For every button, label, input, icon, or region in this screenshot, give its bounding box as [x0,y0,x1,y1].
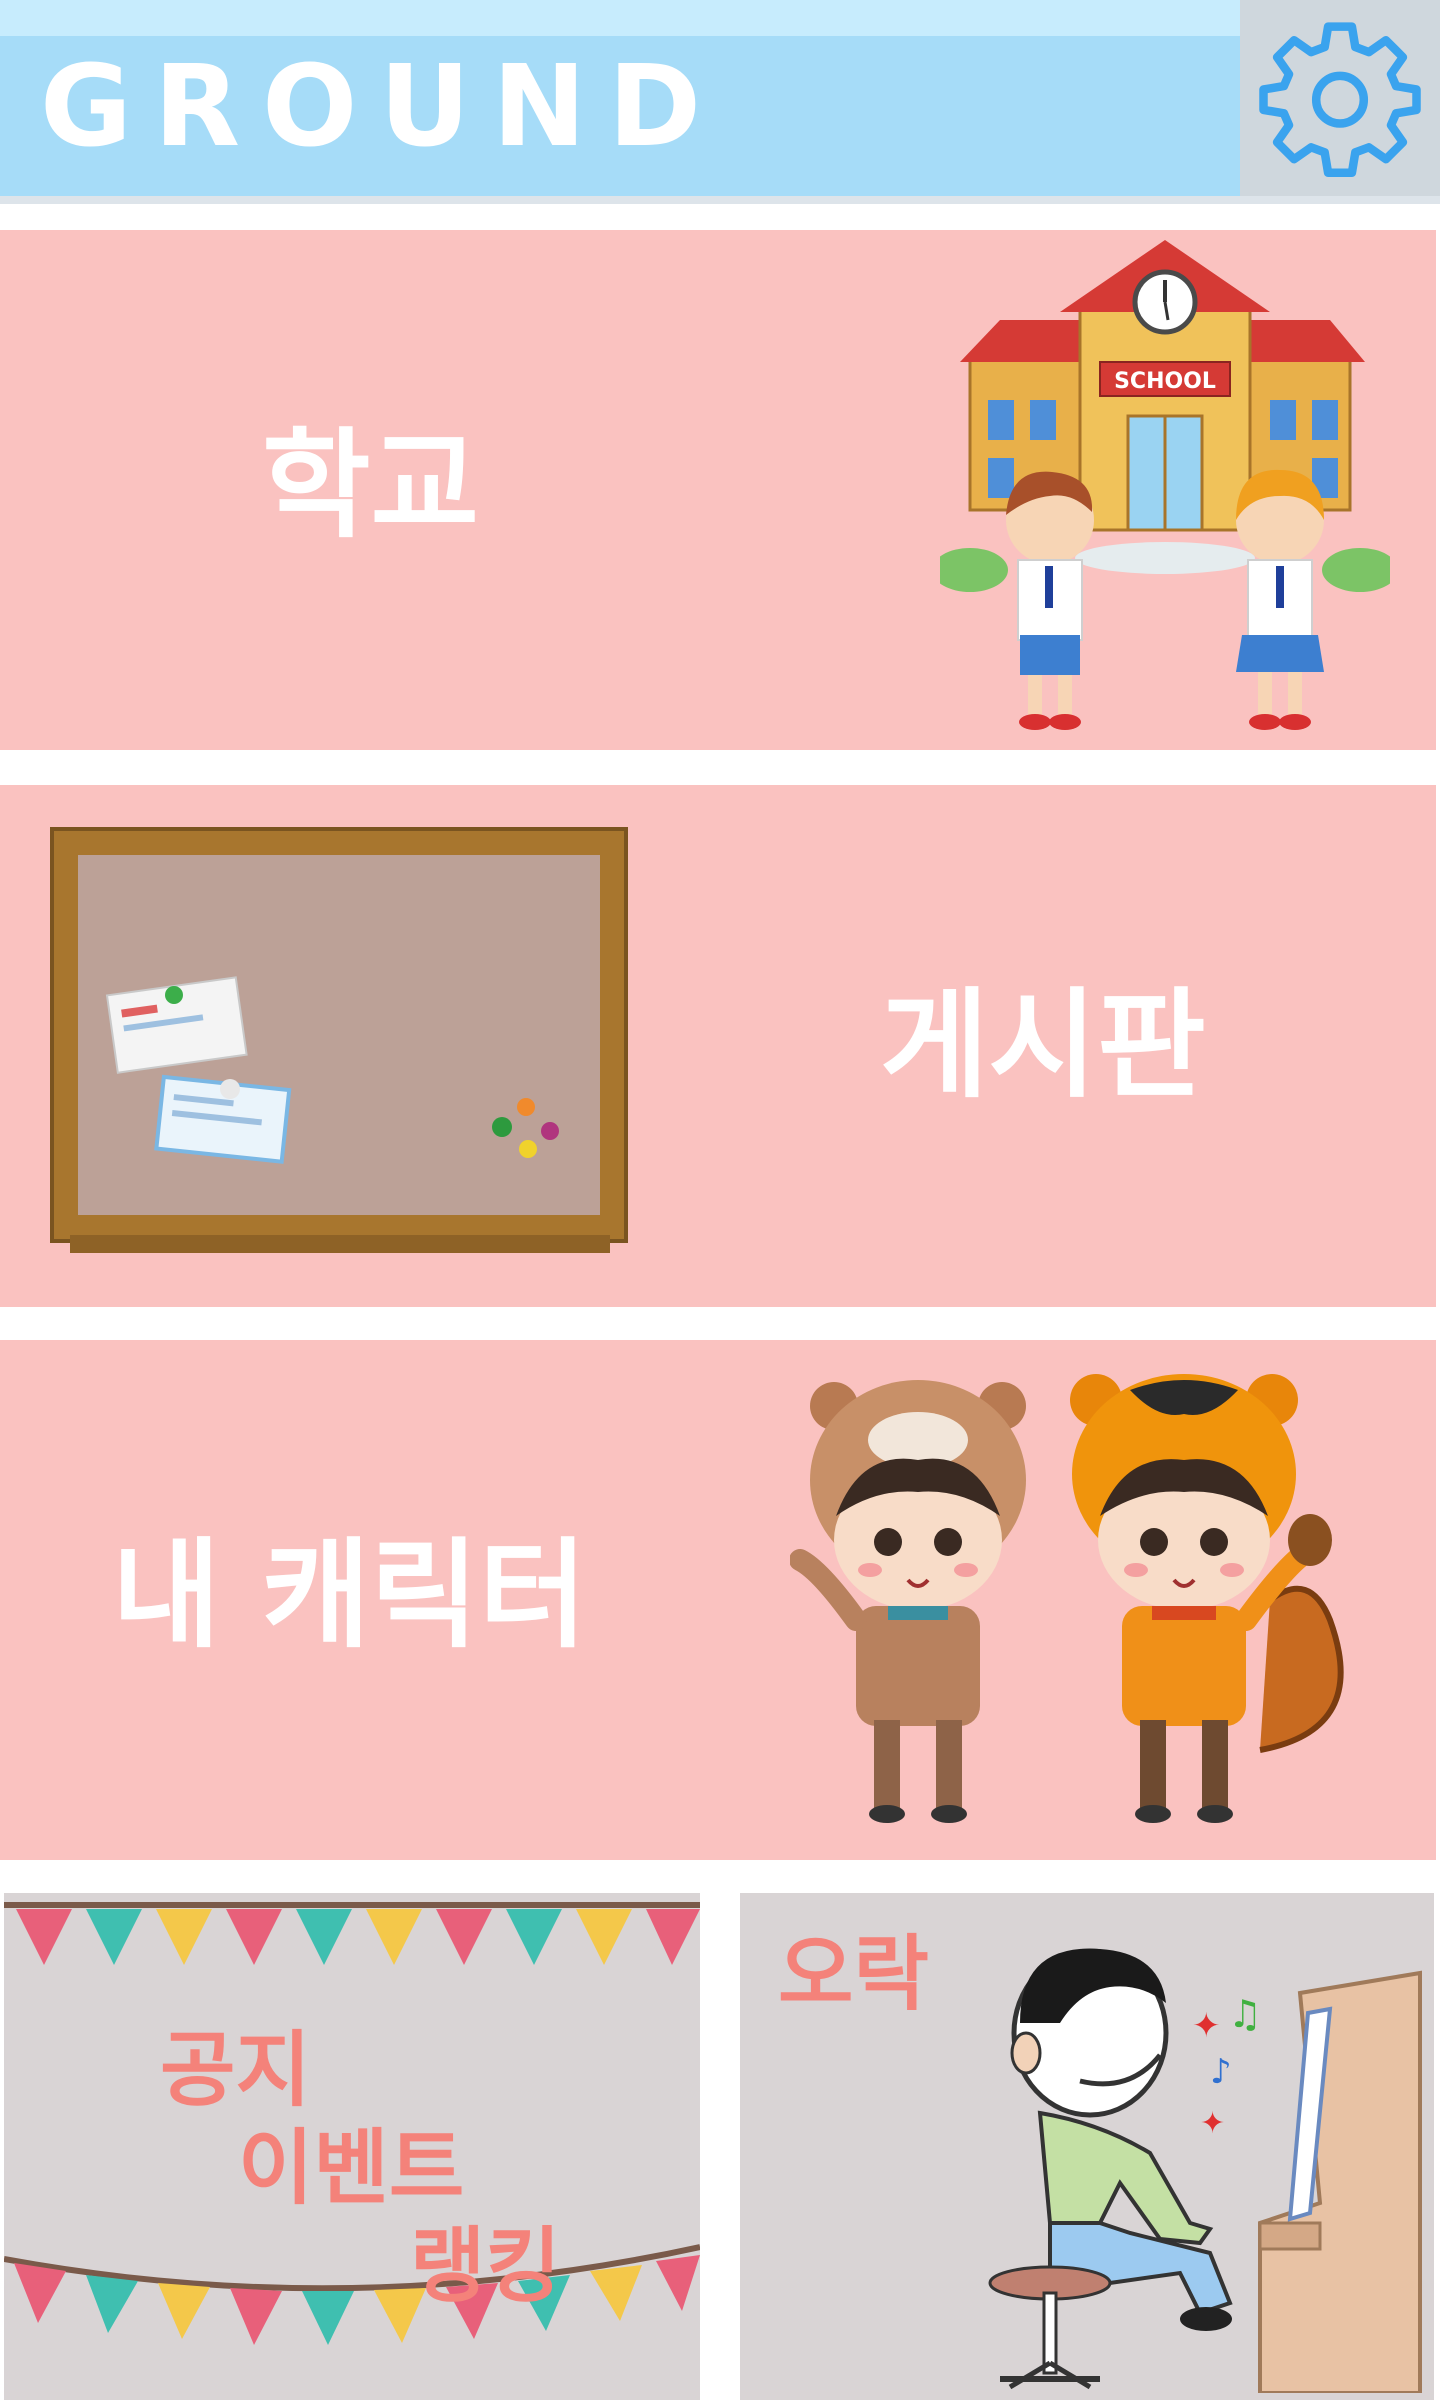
app-title: GROUND [40,42,724,172]
school-label: 학교 [262,416,480,554]
svg-text:♪: ♪ [1210,2052,1232,2092]
menu-card-notice[interactable]: 공지 이벤트 랭킹 [4,1893,700,2400]
event-label: 이벤트 [238,2121,465,2216]
app-header: GROUND [0,0,1440,204]
header-highlight [0,0,1240,36]
menu-card-school[interactable]: 학교 SCHOOL [0,230,1436,750]
board-label: 게시판 [880,976,1206,1114]
school-building-icon: SCHOOL [940,240,1390,740]
settings-button[interactable] [1240,0,1440,196]
bulletin-board-icon [50,827,630,1267]
arcade-player-icon: ✦ ♪ ♫ ✦ [960,1923,1430,2393]
school-sign: SCHOOL [1114,369,1216,394]
svg-text:✦: ✦ [1192,2006,1221,2046]
game-label: 오락 [778,1927,929,2022]
character-label: 내 캐릭터 [112,1526,588,1664]
menu-card-board[interactable]: 게시판 [0,785,1436,1307]
menu-card-character[interactable]: 내 캐릭터 [0,1340,1436,1860]
ranking-label: 랭킹 [410,2219,561,2314]
menu-card-game[interactable]: 오락 ✦ ♪ ♫ ✦ [740,1893,1434,2400]
svg-text:♫: ♫ [1228,1992,1262,2036]
notice-label: 공지 [160,2023,311,2118]
gear-icon [1255,13,1425,183]
characters-icon [790,1370,1370,1840]
svg-text:✦: ✦ [1200,2106,1225,2141]
